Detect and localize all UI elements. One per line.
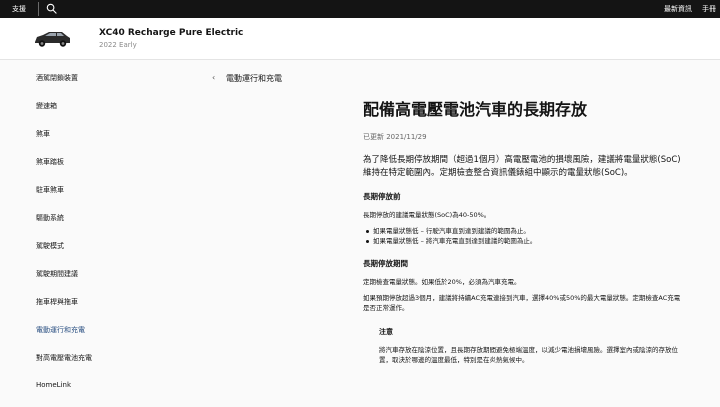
- sidebar-item-transmission[interactable]: 變速箱: [36, 101, 57, 111]
- article-intro: 為了降低長期停放期間（超過1個月）高電壓電池的損壞風險，建議將電量狀態(SoC)…: [363, 155, 681, 178]
- topbar-divider: [38, 2, 39, 16]
- section-text-ac-charging: 如果預期停放超過3個月，建議將持續AC充電連接到汽車，選擇40%或50%的最大電…: [363, 294, 681, 312]
- note-text: 將汽車存放在陰涼位置，且長期存放期間避免極端溫度，以減少電池損壞風險。選擇室內或…: [379, 346, 678, 364]
- list-item: 如果電量狀態低 – 將汽車充電直到達到建議的範圍為止。: [366, 236, 683, 246]
- note-title: 注意: [379, 328, 393, 336]
- page-title: 配備高電壓電池汽車的長期存放: [363, 100, 588, 119]
- note-box: 注意 將汽車存放在陰涼位置，且長期存放期間避免極端溫度，以減少電池損壞風險。選擇…: [363, 327, 683, 365]
- car-header: XC40 Recharge Pure Electric 2022 Early: [0, 18, 720, 60]
- support-link[interactable]: 支援: [12, 4, 26, 14]
- sidebar-item-hv-battery-charging[interactable]: 對高電壓電池充電: [36, 353, 92, 363]
- car-thumbnail: [35, 32, 70, 47]
- sidebar-item-parking-brake[interactable]: 駐車煞車: [36, 185, 64, 195]
- sidebar-item-brakes[interactable]: 煞車: [36, 129, 50, 139]
- sidebar-item-homelink[interactable]: HomeLink: [36, 381, 71, 389]
- sidebar-item-alcolock[interactable]: 酒駕閉鎖裝置: [36, 73, 78, 83]
- list-item: 如果電量狀態低 – 行駛汽車直到達到建議的範圍為止。: [366, 226, 683, 236]
- car-model-year: 2022 Early: [99, 41, 137, 49]
- latest-news-link[interactable]: 最新資訊: [664, 4, 692, 14]
- section-text-recommended-soc: 長期停放的建議電量狀態(SoC)為40-50%。: [363, 211, 491, 219]
- section-heading-during-storage: 長期停放期間: [363, 259, 408, 268]
- chevron-left-icon[interactable]: ‹: [212, 73, 215, 82]
- section-text-check-soc: 定期檢查電量狀態。如果低於20%，必須為汽車充電。: [363, 278, 521, 286]
- sidebar-item-towbar-towing[interactable]: 拖車桿與拖車: [36, 297, 78, 307]
- bullet-list: 如果電量狀態低 – 行駛汽車直到達到建議的範圍為止。 如果電量狀態低 – 將汽車…: [363, 226, 683, 246]
- updated-date: 已更新 2021/11/29: [363, 133, 427, 141]
- car-model-title: XC40 Recharge Pure Electric: [99, 28, 244, 38]
- top-bar: 支援 最新資訊 手冊: [0, 0, 720, 18]
- sidebar-item-drive-modes[interactable]: 駕駛模式: [36, 241, 64, 251]
- section-heading-before-storage: 長期停放前: [363, 192, 401, 201]
- article: 配備高電壓電池汽車的長期存放 已更新 2021/11/29 為了降低長期停放期間…: [363, 100, 683, 365]
- search-icon[interactable]: [46, 3, 57, 14]
- sidebar-item-drive-system[interactable]: 驅動系統: [36, 213, 64, 223]
- sidebar-item-brake-pedal[interactable]: 煞車踏板: [36, 157, 64, 167]
- sidebar-item-electric-driving-charging[interactable]: 電動運行和充電: [36, 325, 85, 335]
- breadcrumb-section[interactable]: 電動運行和充電: [226, 73, 282, 84]
- manual-link[interactable]: 手冊: [702, 4, 716, 14]
- sidebar-nav: 酒駕閉鎖裝置 變速箱 煞車 煞車踏板 駐車煞車 驅動系統 駕駛模式 駕駛期間建議…: [0, 60, 190, 407]
- sidebar-item-driving-tips[interactable]: 駕駛期間建議: [36, 269, 78, 279]
